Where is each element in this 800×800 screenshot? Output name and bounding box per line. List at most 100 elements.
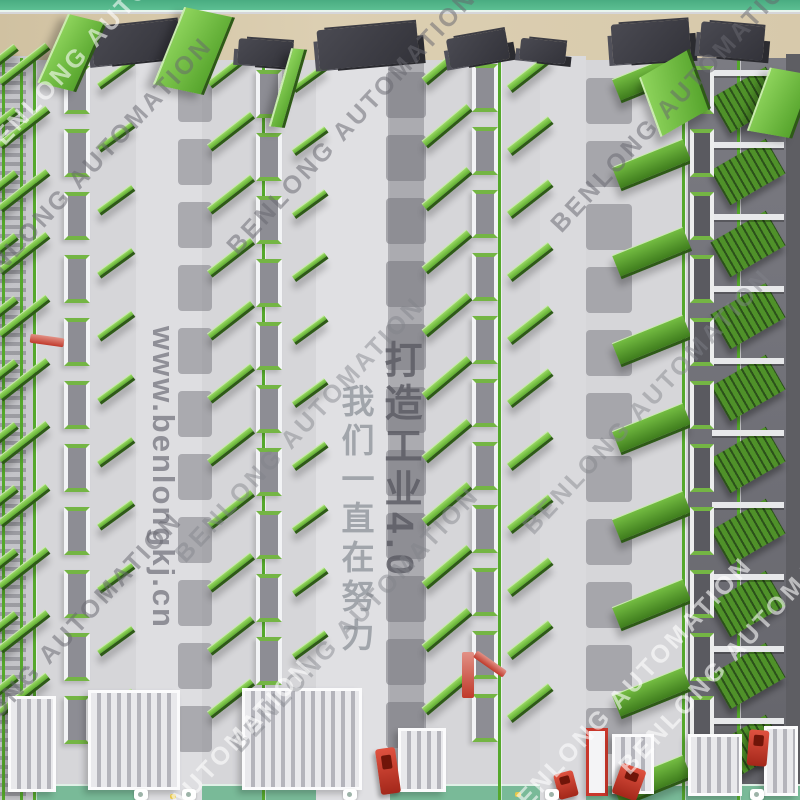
rack-frame-cell [256,133,282,181]
rack-shadow-block [386,639,426,685]
watermark-slogan-industry40: 打造工业4.0 [372,340,427,600]
deep-rack-shelf [712,646,784,652]
deep-rack-shelf [712,502,784,508]
red-frame-machine [586,728,608,796]
stacker-machine [242,688,362,790]
rack-frame-cell [256,448,282,496]
storage-panel [97,310,136,341]
storage-panel [97,499,136,530]
walkway-marker-dot [549,792,554,797]
rack-frame-cell [690,444,714,492]
storage-panel [422,293,473,338]
stacker-machine [398,728,446,792]
storage-panel [422,104,473,149]
rack-frame-cell [472,568,498,616]
rack-frame-cell [690,318,714,366]
rack-frame-cell [690,255,714,303]
rack-frame-cell [256,196,282,244]
walkway-dot [515,792,521,797]
storage-panel [207,426,255,466]
rack-shadow-block [178,202,212,248]
walkway-marker-dot [754,792,759,797]
rack-shadow-block [178,265,212,311]
walkway-marker-dot [186,792,191,797]
walkway-marker [182,789,196,800]
rack-shadow-block [178,139,212,185]
rack-frame-cell [64,192,90,240]
walkway-marker [750,789,764,800]
rack-frame-cell [690,633,714,681]
stacker-machine [8,696,56,792]
rack-shadow-block [178,391,212,437]
rack-shadow-block [386,135,426,181]
rack-shadow-block [178,706,212,752]
machinery-cluster [237,38,294,68]
storage-panel [422,167,473,212]
rack-shadow-block [386,198,426,244]
storage-panel [422,356,473,401]
rack-frame-cell [64,507,90,555]
storage-panel [97,625,136,656]
rack-shadow-block [178,580,212,626]
rack-frame-cell [256,322,282,370]
rack-frame-cell [64,381,90,429]
rack-frame-cell [64,633,90,681]
machinery-cluster [519,38,567,65]
storage-panel [422,608,473,653]
deep-rack-slat-panel [710,283,785,350]
rack-shadow-block [178,643,212,689]
watermark-slogan-effort: 我们一直在努力 [331,384,379,684]
walkway-marker-dot [347,792,352,797]
deep-rack-shelf [712,286,784,292]
storage-panel [207,552,255,592]
rack-frame-cell [472,694,498,742]
deep-rack-slat-panel [710,139,785,206]
deep-rack-slat-panel [710,571,785,638]
storage-panel [612,315,692,368]
deep-rack-shelf [712,718,784,724]
rack-shadow-block [586,204,632,250]
floor-rail [498,60,501,800]
robot-arm [746,729,769,767]
rack-frame-cell [690,192,714,240]
storage-panel [207,174,255,214]
deep-rack-slat-panel [710,211,785,278]
rack-frame-cell [64,570,90,618]
robot-arm-joint [559,775,571,785]
rack-frame-cell [690,570,714,618]
storage-panel [422,545,473,590]
deep-rack-shelf [712,358,784,364]
storage-panel [97,373,136,404]
rack-frame-cell [256,385,282,433]
deep-rack-slat-panel [710,643,785,710]
rack-frame-cell [256,574,282,622]
rack-shadow-block [586,456,632,502]
rack-frame-cell [472,190,498,238]
storage-panel [207,300,255,340]
rack-frame-cell [472,379,498,427]
storage-panel [207,111,255,151]
storage-panel [97,562,136,593]
watermark-website: www.benlongkj.cn [145,326,181,746]
rack-shadow-block [386,72,426,118]
rack-frame-cell [472,316,498,364]
robot-arm-joint [753,735,764,747]
rack-frame-cell [690,129,714,177]
leaning-panel [639,49,711,137]
rack-shadow-block [178,454,212,500]
red-manipulator [462,652,474,698]
rack-shadow-block [178,517,212,563]
rack-frame-cell [64,255,90,303]
rack-frame-cell [256,511,282,559]
deep-rack-slat-panel [710,427,785,494]
walkway-marker [343,789,357,800]
rack-frame-cell [64,444,90,492]
storage-panel [97,121,136,152]
rack-frame-cell [64,129,90,177]
walkway-dot [170,794,176,799]
stacker-machine [764,726,798,796]
rack-frame-cell [256,259,282,307]
deep-rack-shelf [712,142,784,148]
rack-frame-cell [472,253,498,301]
factory-3d-render: www.benlongkj.cn 打造工业4.0 我们一直在努力 BENLONG… [0,0,800,800]
